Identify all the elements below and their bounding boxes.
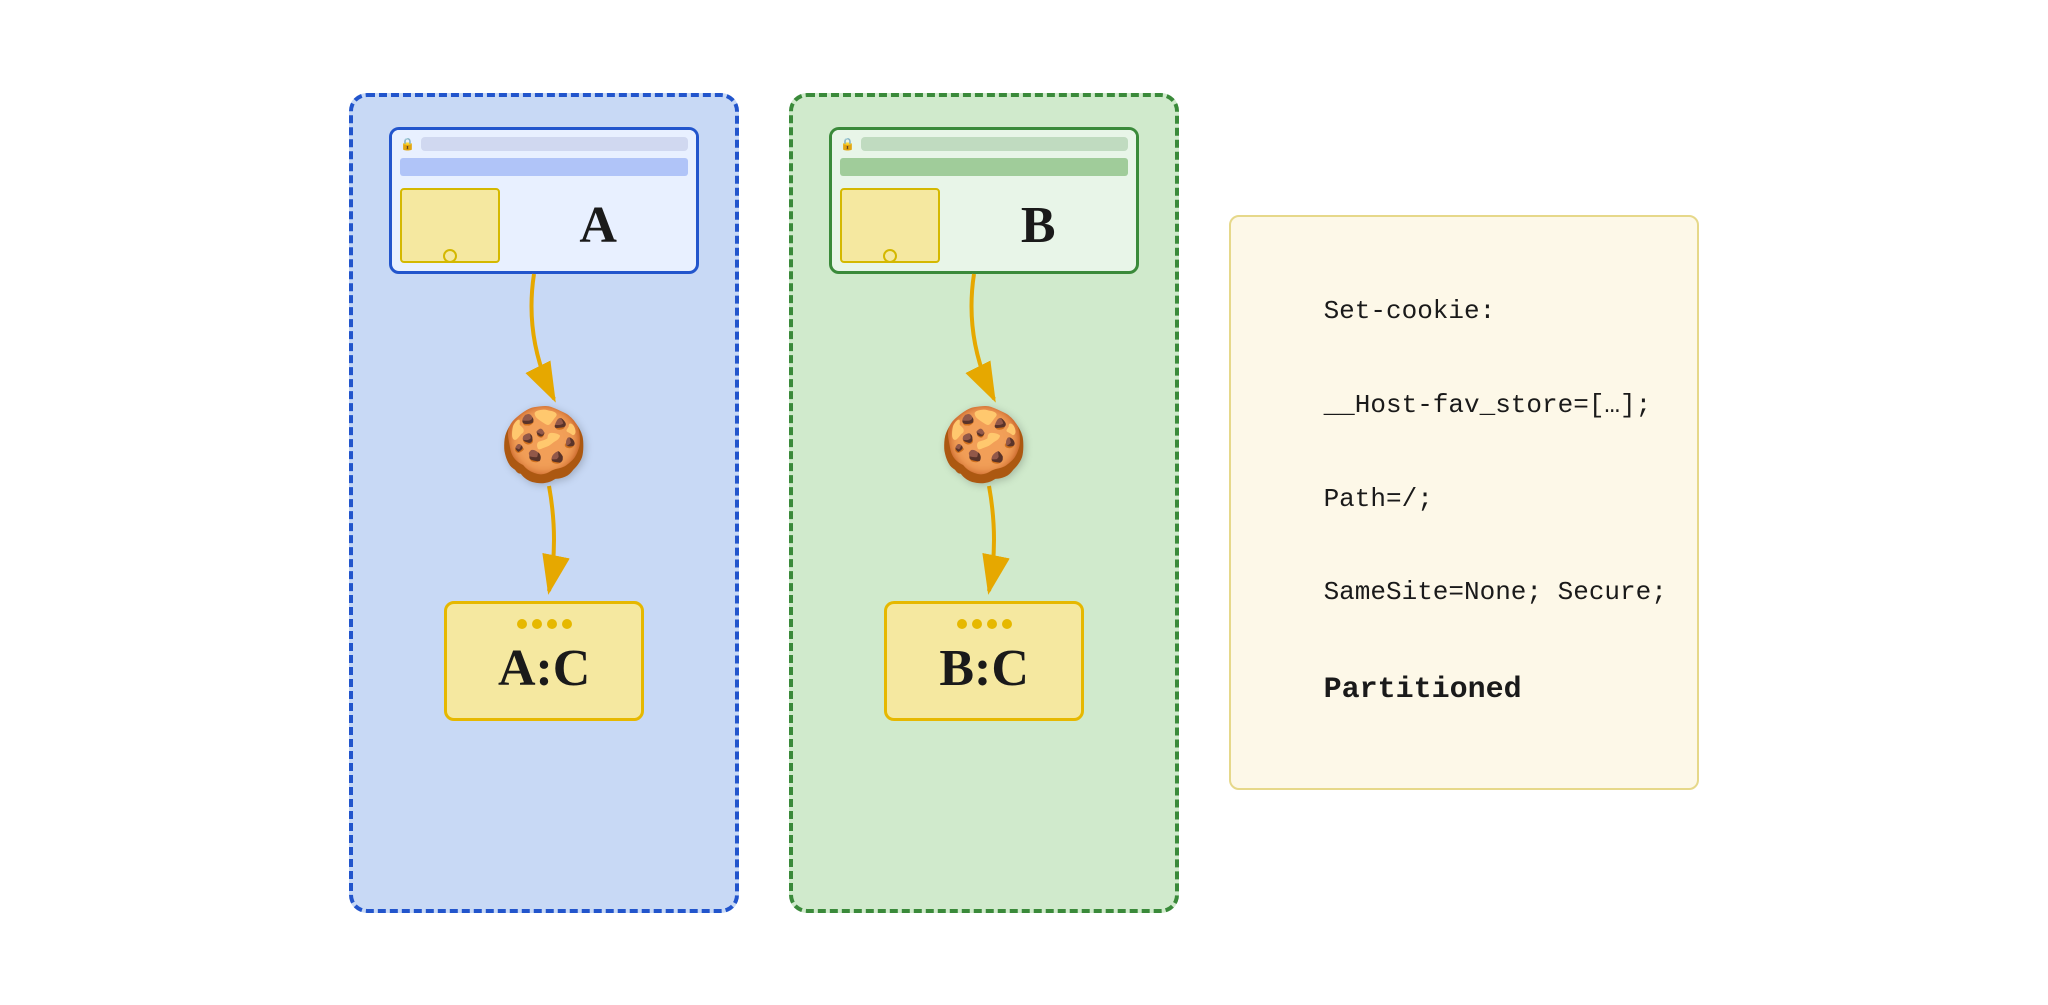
- storage-dot-b-3: [987, 619, 997, 629]
- storage-dots-b: [957, 619, 1012, 629]
- browser-label-b: B: [948, 188, 1128, 263]
- iframe-connector-b: [883, 249, 897, 263]
- storage-dot-b-4: [1002, 619, 1012, 629]
- storage-dot-a-1: [517, 619, 527, 629]
- cookie-emoji-b: 🍪: [939, 409, 1029, 481]
- arrow-cookie-section-b: 🍪 B:C: [884, 269, 1084, 721]
- partition-box-a: 🔒 A 🍪: [349, 93, 739, 913]
- url-bar-b: [861, 137, 1128, 151]
- browser-mockup-b: 🔒 B: [829, 127, 1139, 274]
- arrow-cookie-to-storage-b: [944, 481, 1024, 601]
- storage-dot-a-2: [532, 619, 542, 629]
- storage-dot-a-3: [547, 619, 557, 629]
- code-line-5-partitioned: Partitioned: [1324, 673, 1522, 707]
- storage-dot-a-4: [562, 619, 572, 629]
- code-line-2: __Host-fav_store=[…];: [1324, 390, 1652, 420]
- browser-titlebar-b: 🔒: [832, 130, 1136, 158]
- lock-icon-b: 🔒: [840, 137, 855, 151]
- storage-box-b: B:C: [884, 601, 1084, 721]
- iframe-box-a: [400, 188, 500, 263]
- browser-toolbar-b: [840, 158, 1128, 176]
- arrow-cookie-to-storage-a: [504, 481, 584, 601]
- browser-content-b: B: [832, 180, 1136, 271]
- arrow-iframe-to-cookie-a: [504, 269, 584, 409]
- cookie-emoji-a: 🍪: [499, 409, 589, 481]
- partition-box-b: 🔒 B 🍪: [789, 93, 1179, 913]
- code-line-1: Set-cookie:: [1324, 296, 1496, 326]
- code-line-4: SameSite=None; Secure;: [1324, 577, 1667, 607]
- storage-dots-a: [517, 619, 572, 629]
- iframe-box-b: [840, 188, 940, 263]
- browser-titlebar-a: 🔒: [392, 130, 696, 158]
- browser-label-a: A: [508, 188, 688, 263]
- browser-content-a: A: [392, 180, 696, 271]
- iframe-connector-a: [443, 249, 457, 263]
- main-container: 🔒 A 🍪: [309, 53, 1739, 953]
- arrow-cookie-section-a: 🍪 A:C: [444, 269, 644, 721]
- url-bar-a: [421, 137, 688, 151]
- storage-label-a: A:C: [498, 639, 590, 698]
- storage-box-a: A:C: [444, 601, 644, 721]
- storage-label-b: B:C: [939, 639, 1029, 698]
- storage-dot-b-2: [972, 619, 982, 629]
- storage-dot-b-1: [957, 619, 967, 629]
- code-block: Set-cookie: __Host-fav_store=[…]; Path=/…: [1229, 215, 1699, 791]
- code-line-3: Path=/;: [1324, 484, 1433, 514]
- arrow-iframe-to-cookie-b: [944, 269, 1024, 409]
- browser-mockup-a: 🔒 A: [389, 127, 699, 274]
- browser-toolbar-a: [400, 158, 688, 176]
- lock-icon-a: 🔒: [400, 137, 415, 151]
